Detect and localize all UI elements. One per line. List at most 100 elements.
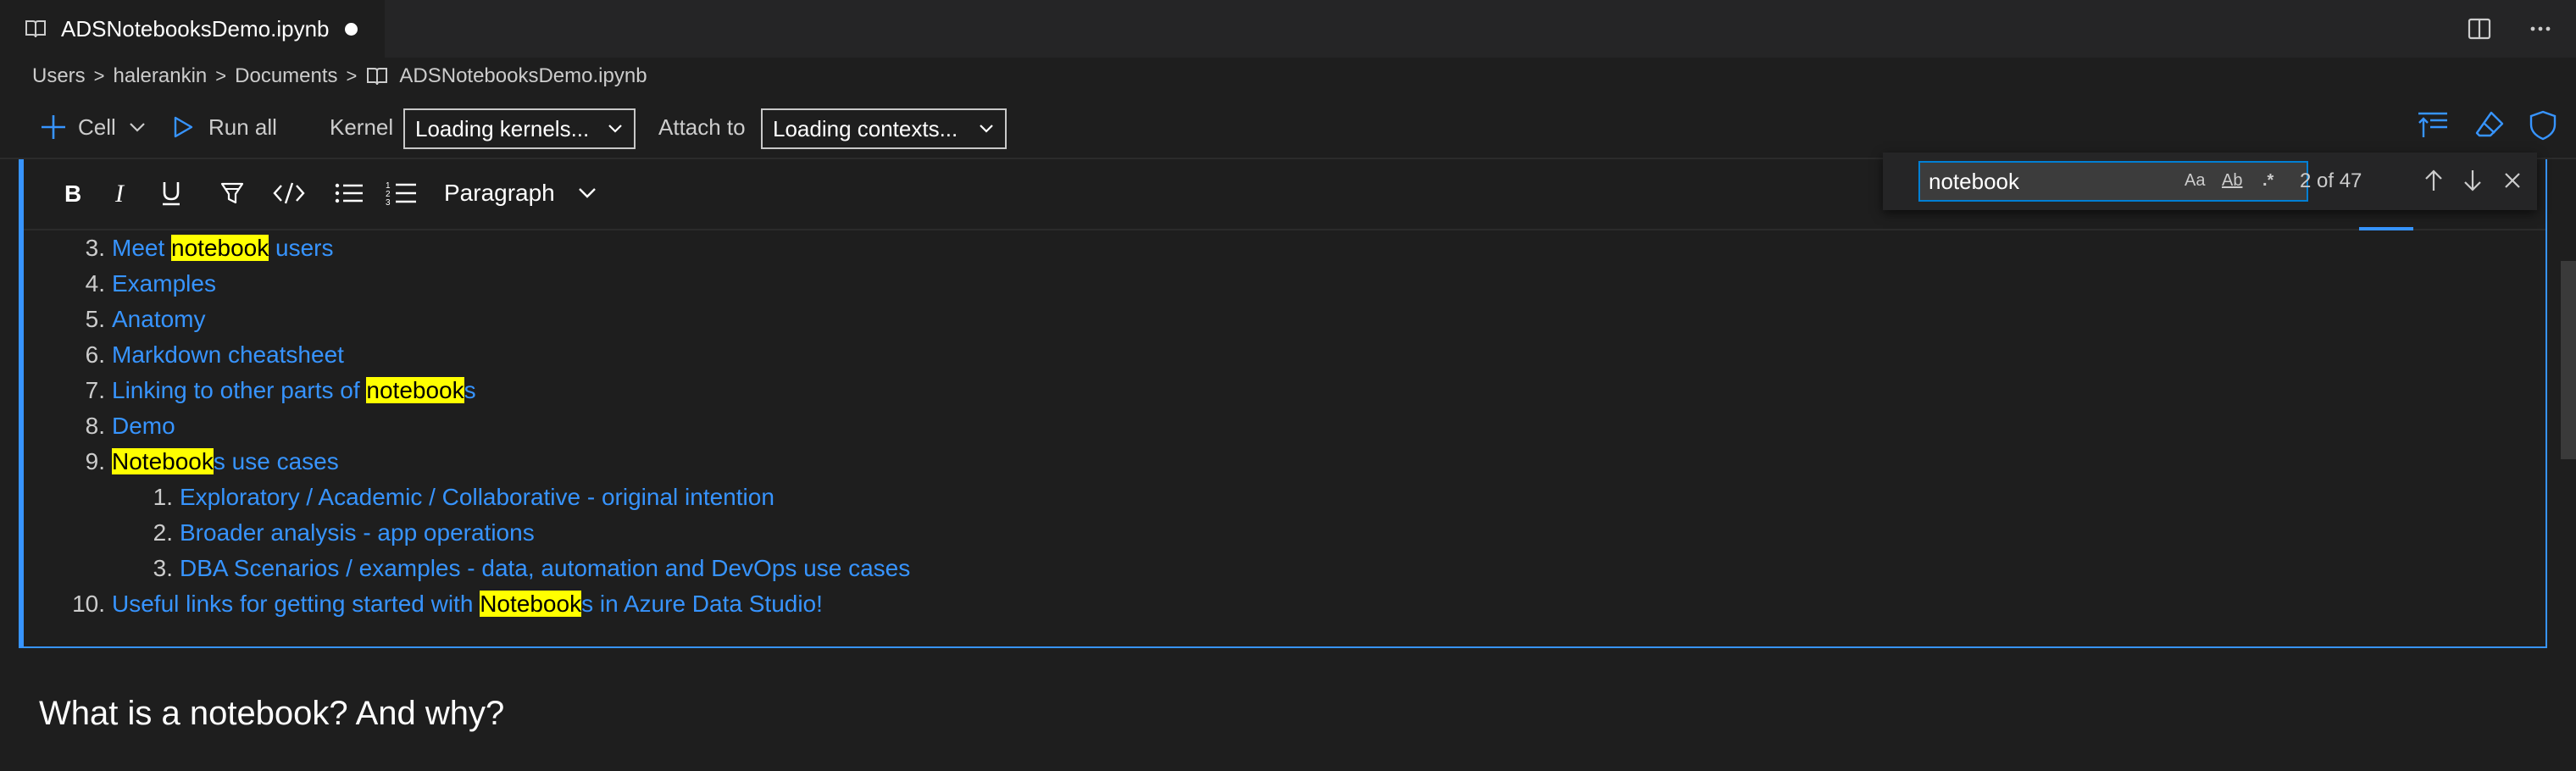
breadcrumb-item-file[interactable]: ADSNotebooksDemo.ipynb bbox=[399, 64, 647, 88]
toc-item: 10. Useful links for getting started with… bbox=[24, 586, 823, 622]
svg-text:B: B bbox=[64, 180, 81, 206]
notebook-tab[interactable]: ADSNotebooksDemo.ipynb bbox=[0, 0, 385, 58]
notebook-toolbar: Cell Run all Kernel Attach to bbox=[0, 95, 2576, 159]
editor-tab-bar: ADSNotebooksDemo.ipynb bbox=[0, 0, 2576, 58]
search-highlight: Notebook bbox=[112, 448, 214, 474]
toc-item: 9. Notebooks use cases bbox=[24, 444, 339, 480]
svg-text:I: I bbox=[114, 180, 125, 206]
bold-icon[interactable]: B bbox=[58, 176, 88, 210]
search-highlight: notebook bbox=[366, 377, 464, 403]
toc-item: 6. Markdown cheatsheet bbox=[24, 337, 344, 373]
scrollbar-thumb[interactable] bbox=[2561, 261, 2576, 459]
tab-title: ADSNotebooksDemo.ipynb bbox=[61, 15, 330, 42]
attach-to-label-text: Attach to bbox=[658, 114, 746, 140]
plus-icon bbox=[42, 115, 65, 139]
toc-item: 2. Broader analysis - app operations bbox=[24, 515, 535, 551]
toc-link-text: Broader analysis - app operations bbox=[180, 519, 535, 546]
toc-link-text: s in Azure Data Studio! bbox=[581, 591, 823, 617]
breadcrumb-item-halerankin[interactable]: halerankin bbox=[114, 64, 208, 88]
trusted-shield-icon[interactable] bbox=[2529, 110, 2557, 141]
toc-item: 4. Examples bbox=[24, 266, 216, 302]
toc-link-text: Examples bbox=[112, 270, 216, 297]
close-icon[interactable] bbox=[2501, 169, 2523, 196]
chevron-down-icon bbox=[578, 188, 596, 198]
split-editor-icon[interactable] bbox=[2466, 15, 2493, 42]
collapse-cells-icon[interactable] bbox=[2417, 110, 2449, 139]
kernel-select[interactable]: Loading kernels... bbox=[403, 108, 636, 149]
section-heading: What is a notebook? And why? bbox=[39, 695, 505, 732]
toc-item: 1. Exploratory / Academic / Collaborative… bbox=[24, 480, 774, 515]
toc-link-text: s bbox=[464, 377, 476, 403]
attach-to-label: Attach to bbox=[658, 95, 746, 159]
attach-to-select[interactable]: Loading contexts... bbox=[761, 108, 1007, 149]
breadcrumb-item-users[interactable]: Users bbox=[32, 64, 86, 88]
svg-text:3: 3 bbox=[386, 198, 391, 207]
toc-item-number: 1. bbox=[153, 484, 173, 510]
add-cell-button[interactable]: Cell bbox=[39, 95, 147, 159]
bullet-list-icon[interactable] bbox=[330, 176, 368, 210]
toc-item-number: 3. bbox=[85, 235, 105, 261]
toc-link[interactable]: Broader analysis - app operations bbox=[180, 519, 535, 546]
toc-link[interactable]: Useful links for getting started with No… bbox=[112, 591, 823, 617]
toc-item-number: 5. bbox=[85, 306, 105, 332]
chevron-down-icon bbox=[608, 125, 622, 133]
highlight-icon[interactable] bbox=[215, 176, 249, 210]
chevron-down-icon bbox=[130, 123, 145, 132]
toc-link[interactable]: Markdown cheatsheet bbox=[112, 341, 344, 368]
clear-results-icon[interactable] bbox=[2474, 110, 2505, 139]
whole-word-toggle[interactable]: Ab bbox=[2222, 171, 2242, 191]
toc-item: 5. Anatomy bbox=[24, 302, 206, 337]
scrollbar[interactable] bbox=[2561, 159, 2576, 771]
run-all-button[interactable]: Run all bbox=[171, 95, 277, 159]
search-highlight: Notebook bbox=[480, 591, 582, 617]
breadcrumb-item-documents[interactable]: Documents bbox=[235, 64, 337, 88]
toc-link[interactable]: DBA Scenarios / examples - data, automat… bbox=[180, 555, 910, 581]
toc-item-number: 4. bbox=[85, 270, 105, 297]
code-icon[interactable] bbox=[269, 176, 308, 210]
find-query: notebook bbox=[1929, 168, 2019, 194]
toc-item-number: 3. bbox=[153, 555, 173, 581]
toc-link[interactable]: Meet notebook users bbox=[112, 235, 334, 261]
cell-label: Cell bbox=[78, 114, 116, 140]
toc-item: 7. Linking to other parts of notebooks bbox=[24, 373, 476, 408]
italic-icon[interactable]: I bbox=[107, 176, 137, 210]
toc-item: 3. DBA Scenarios / examples - data, autom… bbox=[24, 551, 911, 586]
underline-icon[interactable] bbox=[156, 176, 186, 210]
toc-item-number: 9. bbox=[85, 448, 105, 474]
paragraph-style-select[interactable]: Paragraph bbox=[444, 176, 597, 210]
run-all-label: Run all bbox=[208, 114, 277, 140]
toc-link-text: DBA Scenarios / examples - data, automat… bbox=[180, 555, 911, 581]
breadcrumb-separator: > bbox=[93, 65, 105, 86]
toc-item: 8. Demo bbox=[24, 408, 175, 444]
more-icon[interactable] bbox=[2527, 15, 2554, 42]
next-match-icon[interactable] bbox=[2461, 168, 2484, 197]
toc-link-text: s use cases bbox=[213, 448, 339, 474]
numbered-list-icon[interactable]: 123 bbox=[383, 176, 420, 210]
toc-item-number: 10. bbox=[72, 591, 105, 617]
toc-link-text: Demo bbox=[112, 413, 175, 439]
book-icon bbox=[25, 20, 46, 38]
toc-link[interactable]: Demo bbox=[112, 413, 175, 439]
book-icon bbox=[367, 68, 388, 86]
previous-match-icon[interactable] bbox=[2422, 168, 2446, 197]
toc-link-text: users bbox=[269, 235, 334, 261]
markdown-cell[interactable]: B I 123 Paragraph 3. Meet notebook users… bbox=[19, 159, 2547, 648]
toc-link[interactable]: Anatomy bbox=[112, 306, 206, 332]
toc-link[interactable]: Exploratory / Academic / Collaborative -… bbox=[180, 484, 774, 510]
search-highlight: notebook bbox=[171, 235, 269, 261]
toc-link-text: Anatomy bbox=[112, 306, 206, 332]
match-case-toggle[interactable]: Aa bbox=[2185, 171, 2205, 191]
chevron-down-icon bbox=[980, 125, 993, 133]
play-icon bbox=[174, 116, 193, 138]
unsaved-indicator[interactable] bbox=[344, 22, 358, 36]
toc-link[interactable]: Examples bbox=[112, 270, 216, 297]
breadcrumb: Users > halerankin > Documents > ADSNote… bbox=[32, 58, 647, 95]
regex-toggle[interactable]: .* bbox=[2262, 171, 2273, 191]
find-input[interactable]: notebook bbox=[1918, 161, 2308, 202]
kernel-label-text: Kernel bbox=[330, 114, 394, 140]
toc-link[interactable]: Linking to other parts of notebooks bbox=[112, 377, 476, 403]
find-widget: notebook Aa Ab .* 2 of 47 bbox=[1883, 153, 2537, 210]
kernel-label: Kernel bbox=[330, 95, 393, 159]
toc-item-number: 8. bbox=[85, 413, 105, 439]
toc-link[interactable]: Notebooks use cases bbox=[112, 448, 339, 474]
